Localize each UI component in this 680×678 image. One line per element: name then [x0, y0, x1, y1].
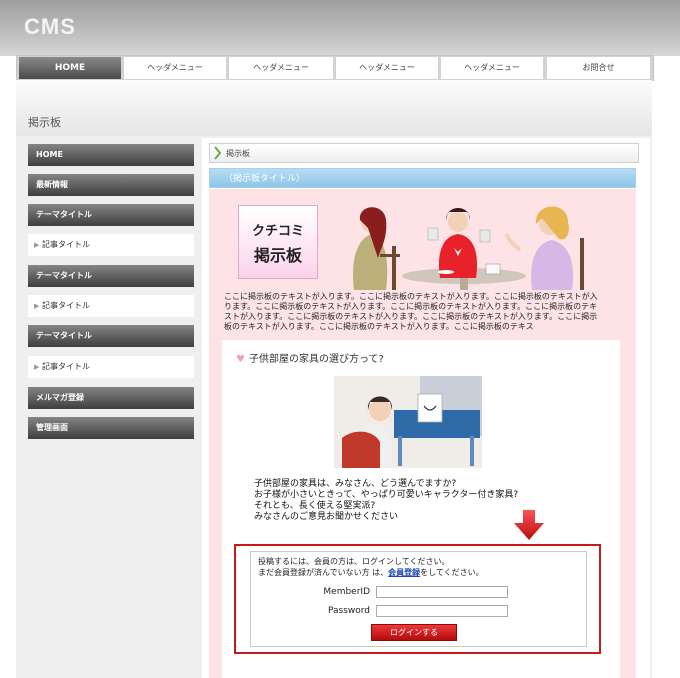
login-instruction-line: 投稿するには、会員の方は、ログインしてください。: [258, 557, 450, 566]
post-body-line: お子様が小さいときって、やっぱり可愛いキャラクター付き家具?: [254, 490, 519, 500]
sidebar-item-newsletter[interactable]: メルマガ登録: [28, 387, 194, 409]
post-title-text: 子供部屋の家具の選び方って?: [248, 354, 384, 365]
member-id-input[interactable]: [376, 586, 508, 598]
page-title: 掲示板: [28, 116, 61, 129]
intro-line: ここに掲示板のテキストが入ります。ここに掲示板のテキストが入ります。ここに掲示板…: [224, 292, 598, 301]
nav-header-menu-3[interactable]: ヘッダメニュー: [336, 57, 438, 79]
post-body: 子供部屋の家具は、みなさん、どう選んでますか? お子様が小さいときって、やっぱり…: [254, 479, 518, 523]
login-instruction-text: まだ会員登録が済んでいない方 は、: [258, 568, 389, 577]
cafe-women-illustration: [352, 206, 584, 290]
login-instruction-text: をしてください。: [420, 568, 484, 577]
intro-line: ります。ここに掲示板のテキストが入ります。ここに掲示板のテキストが入ります。ここ…: [224, 302, 598, 311]
bbs-intro-text: ここに掲示板のテキストが入ります。ここに掲示板のテキストが入ります。ここに掲示板…: [224, 292, 622, 332]
child-room-photo: [334, 376, 482, 468]
arrow-right-icon: ▶: [34, 241, 40, 249]
sidebar-item-admin[interactable]: 管理画面: [28, 417, 194, 439]
page-heading-band: [16, 80, 652, 136]
login-button[interactable]: ログインする: [371, 624, 457, 641]
password-input[interactable]: [376, 605, 508, 617]
sidebar-item-article-1[interactable]: ▶ 記事タイトル: [28, 234, 194, 256]
kuchikomi-banner: クチコミ 掲示板: [238, 205, 318, 279]
post-body-line: みなさんのご意見お聞かせください: [254, 512, 399, 522]
nav-header-menu-1[interactable]: ヘッダメニュー: [124, 57, 226, 79]
banner-line-1: クチコミ: [251, 224, 304, 239]
global-nav: HOME ヘッダメニュー ヘッダメニュー ヘッダメニュー ヘッダメニュー お問合…: [16, 55, 654, 81]
login-instruction-line: まだ会員登録が済んでいない方 は、会員登録をしてください。: [258, 567, 484, 578]
sidebar-item-article-2[interactable]: ▶ 記事タイトル: [28, 295, 194, 317]
breadcrumb-current: 掲示板: [226, 149, 250, 158]
breadcrumb: 掲示板: [209, 143, 639, 163]
sidebar-item-theme-2[interactable]: テーマタイトル: [28, 265, 194, 287]
banner-line-2: 掲示板: [253, 246, 302, 265]
password-label: Password: [327, 606, 370, 616]
sidebar-item-label: 記事タイトル: [42, 301, 90, 310]
sidebar-item-label: 記事タイトル: [42, 362, 90, 371]
intro-line: 板のテキストが入ります。ここに掲示板のテキストが入ります。ここに掲示板のテキス: [224, 322, 534, 331]
arrow-right-icon: ▶: [34, 363, 40, 371]
register-link[interactable]: 会員登録: [388, 568, 420, 577]
heart-icon: ♥: [236, 354, 245, 365]
intro-line: ストが入ります。ここに掲示板のテキストが入ります。ここに掲示板のテキストが入りま…: [224, 312, 598, 321]
bbs-title-bar: （掲示板タイトル）: [209, 168, 636, 188]
arrow-right-icon: ▶: [34, 302, 40, 310]
login-instructions: 投稿するには、会員の方は、ログインしてください。 まだ会員登録が済んでいない方 …: [258, 556, 484, 578]
sidebar-item-news[interactable]: 最新情報: [28, 174, 194, 196]
sidebar-item-theme-1[interactable]: テーマタイトル: [28, 204, 194, 226]
nav-home[interactable]: HOME: [19, 57, 121, 79]
nav-contact[interactable]: お問合せ: [547, 57, 650, 79]
arrow-down-icon: [514, 510, 544, 540]
sidebar-item-theme-3[interactable]: テーマタイトル: [28, 325, 194, 347]
site-header: CMS: [0, 0, 680, 56]
nav-header-menu-4[interactable]: ヘッダメニュー: [441, 57, 543, 79]
post-body-line: それとも、長く使える堅実派?: [254, 501, 376, 511]
nav-header-menu-2[interactable]: ヘッダメニュー: [229, 57, 333, 79]
post-title[interactable]: ♥ 子供部屋の家具の選び方って?: [236, 350, 384, 365]
sidebar-item-home[interactable]: HOME: [28, 144, 194, 166]
member-id-label: MemberID: [323, 587, 370, 597]
sidebar-item-article-3[interactable]: ▶ 記事タイトル: [28, 356, 194, 378]
sidebar-item-label: 記事タイトル: [42, 240, 90, 249]
post-body-line: 子供部屋の家具は、みなさん、どう選んでますか?: [254, 479, 457, 489]
site-logo[interactable]: CMS: [24, 14, 76, 40]
chevron-right-icon: [214, 146, 222, 160]
